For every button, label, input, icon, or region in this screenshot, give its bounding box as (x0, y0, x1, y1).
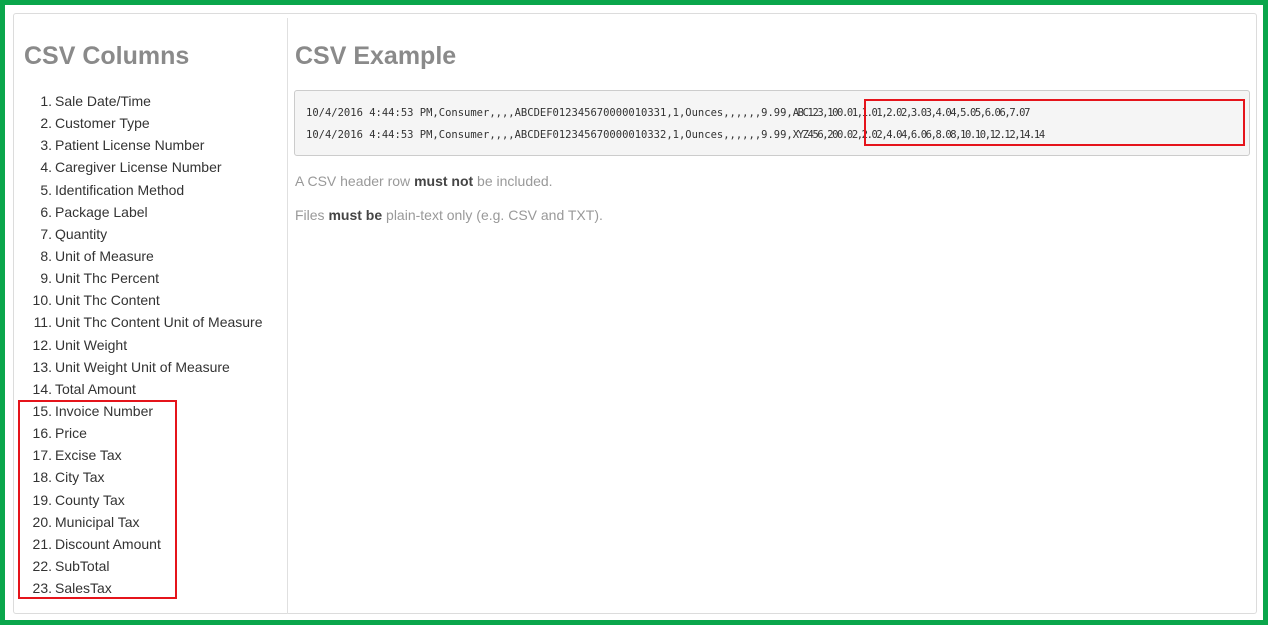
csv-column-label: Package Label (55, 203, 148, 220)
note-text: be included. (473, 173, 553, 189)
csv-column-number: 6. (40, 203, 52, 220)
csv-column-item: 5. Identification Method (24, 179, 263, 201)
note-emphasis: must not (414, 173, 474, 189)
csv-column-item: 3. Patient License Number (24, 134, 263, 156)
csv-column-number: 11. (33, 314, 52, 331)
csv-column-label: Unit of Measure (55, 247, 154, 264)
csv-column-item: 9. Unit Thc Percent (24, 267, 263, 289)
csv-column-label: Patient License Number (55, 137, 205, 154)
csv-column-item: 1. Sale Date/Time (24, 90, 263, 112)
csv-column-label: Unit Thc Content (55, 292, 160, 309)
csv-column-label: Total Amount (55, 380, 136, 397)
csv-column-label: Unit Weight (55, 336, 128, 353)
csv-columns-title: CSV Columns (24, 42, 190, 70)
csv-column-number: 8. (40, 247, 52, 264)
csv-column-item: 14. Total Amount (24, 378, 263, 400)
csv-line-prefix: 10/4/2016 4:44:53 PM,Consumer,,,,ABCDEF0… (306, 129, 793, 141)
csv-column-number: 5. (40, 181, 52, 198)
csv-column-number: 4. (40, 159, 52, 176)
csv-column-item: 8. Unit of Measure (24, 245, 263, 267)
csv-column-label: Unit Thc Content Unit of Measure (55, 314, 263, 331)
csv-column-item: 12. Unit Weight (24, 334, 263, 356)
note-file-type: Files must be plain-text only (e.g. CSV … (295, 207, 603, 223)
note-header-row: A CSV header row must not be included. (295, 173, 553, 189)
csv-column-item: 4. Caregiver License Number (24, 156, 263, 178)
csv-column-item: 7. Quantity (24, 223, 263, 245)
csv-column-number: 12. (32, 336, 52, 353)
csv-column-item: 2. Customer Type (24, 112, 263, 134)
note-text: A CSV header row (295, 173, 415, 189)
csv-column-number: 1. (40, 93, 52, 109)
csv-column-number: 7. (40, 225, 52, 242)
code-highlight-box (864, 99, 1245, 146)
note-emphasis: must be (328, 207, 383, 223)
csv-column-label: Unit Weight Unit of Measure (55, 358, 230, 375)
csv-column-item: 10. Unit Thc Content (24, 289, 263, 311)
csv-column-number: 13. (32, 358, 52, 375)
csv-column-number: 3. (40, 137, 52, 154)
csv-column-number: 10. (32, 292, 52, 309)
csv-column-label: Quantity (55, 225, 108, 242)
csv-column-label: Customer Type (55, 115, 150, 132)
note-text: plain-text only (e.g. CSV and TXT). (382, 207, 603, 223)
csv-line-prefix: 10/4/2016 4:44:53 PM,Consumer,,,,ABCDEF0… (306, 107, 793, 119)
csv-column-number: 2. (40, 115, 52, 132)
csv-column-item: 11. Unit Thc Content Unit of Measure (24, 311, 263, 333)
csv-column-label: Identification Method (55, 181, 185, 198)
csv-column-item: 13. Unit Weight Unit of Measure (24, 356, 263, 378)
csv-column-label: Unit Thc Percent (55, 270, 160, 287)
csv-example-title: CSV Example (295, 42, 457, 70)
csv-column-number: 14. (32, 380, 52, 397)
csv-column-label: Sale Date/Time (55, 93, 151, 109)
csv-column-item: 6. Package Label (24, 201, 263, 223)
csv-column-label: Caregiver License Number (55, 159, 222, 176)
note-text: Files (295, 207, 329, 223)
csv-column-number: 9. (40, 270, 52, 287)
column-divider (287, 18, 288, 614)
columns-highlight-box (18, 400, 177, 599)
